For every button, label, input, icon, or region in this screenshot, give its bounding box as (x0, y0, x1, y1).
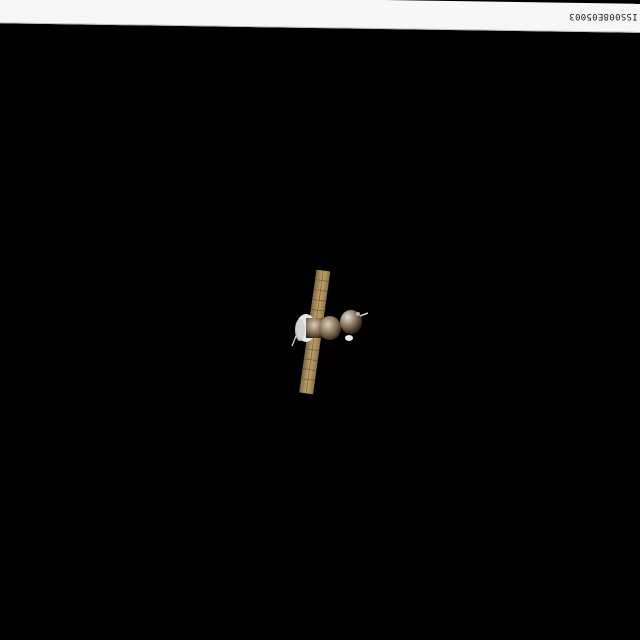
descent-module (319, 316, 341, 340)
orbital-module (340, 310, 369, 341)
photo-frame: ISS008E05003 (0, 0, 640, 640)
spacecraft-icon (291, 269, 369, 395)
